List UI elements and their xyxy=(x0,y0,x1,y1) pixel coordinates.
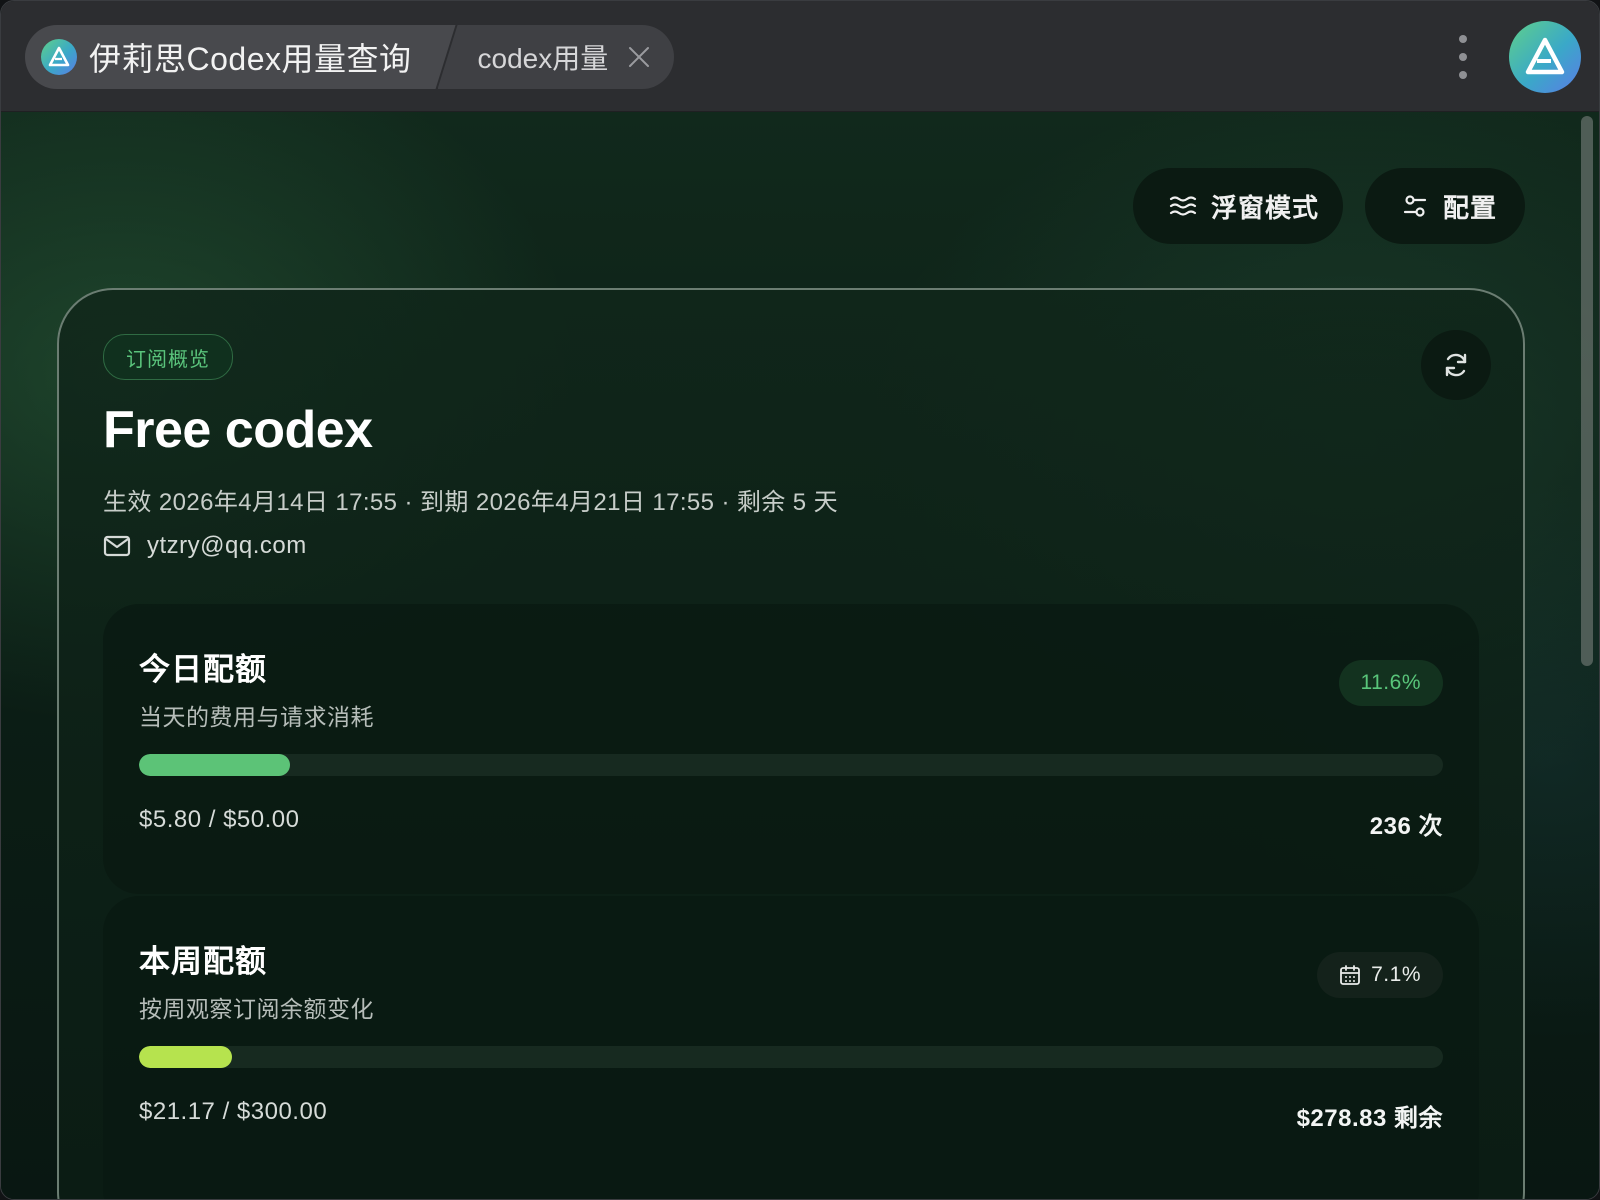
config-label: 配置 xyxy=(1443,192,1498,223)
scrollbar[interactable] xyxy=(1581,112,1597,1199)
tab-codex-usage-label: codex用量 xyxy=(477,43,609,74)
weekly-percent-badge: 7.1% xyxy=(1317,952,1443,998)
float-mode-label: 浮窗模式 xyxy=(1211,192,1320,223)
mail-icon xyxy=(103,532,131,560)
app-window: 伊莉思Codex用量查询 codex用量 浮窗模式 配置 订阅概览 Free c… xyxy=(0,0,1600,1200)
email-text: ytzry@qq.com xyxy=(147,532,307,559)
app-logo-icon xyxy=(1525,37,1565,75)
avatar[interactable] xyxy=(1509,21,1581,93)
plan-title: Free codex xyxy=(103,401,373,459)
config-button[interactable]: 配置 xyxy=(1365,168,1525,244)
daily-progress-fill xyxy=(139,754,291,776)
weekly-progress-track xyxy=(139,1046,1443,1068)
daily-quota-panel: 今日配额 当天的费用与请求消耗 11.6% $5.80 / $50.00 236… xyxy=(103,604,1479,894)
refresh-icon xyxy=(1445,353,1467,377)
more-vertical-icon[interactable] xyxy=(1455,35,1471,79)
scrollbar-thumb[interactable] xyxy=(1581,116,1593,666)
waves-icon xyxy=(1169,192,1197,220)
title-bar: 伊莉思Codex用量查询 codex用量 xyxy=(1,1,1599,112)
weekly-quota-panel: 本周配额 按周观察订阅余额变化 7.1% $21.17 / $300.00 $2… xyxy=(103,896,1479,1199)
daily-amount: $5.80 / $50.00 xyxy=(139,806,300,833)
weekly-quota-title: 本周配额 xyxy=(139,944,267,979)
daily-percent-badge: 11.6% xyxy=(1338,660,1443,706)
daily-quota-subtitle: 当天的费用与请求消耗 xyxy=(139,704,374,730)
email-row: ytzry@qq.com xyxy=(103,532,307,560)
plan-dates: 生效 2026年4月14日 17:55 · 到期 2026年4月21日 17:5… xyxy=(103,489,838,516)
tab-codex-usage[interactable]: codex用量 xyxy=(437,25,675,89)
sliders-icon xyxy=(1401,192,1429,220)
daily-quota-title: 今日配额 xyxy=(139,652,267,687)
calendar-icon xyxy=(1339,964,1361,986)
subscription-card: 订阅概览 Free codex 生效 2026年4月14日 17:55 · 到期… xyxy=(57,288,1525,1199)
tab-group: 伊莉思Codex用量查询 codex用量 xyxy=(25,25,675,89)
weekly-quota-subtitle: 按周观察订阅余额变化 xyxy=(139,996,374,1022)
weekly-remaining: $278.83 剩余 xyxy=(1296,1105,1443,1132)
weekly-percent-label: 7.1% xyxy=(1371,963,1421,986)
close-icon[interactable] xyxy=(626,44,652,70)
weekly-progress-fill xyxy=(139,1046,232,1068)
refresh-button[interactable] xyxy=(1421,330,1491,400)
main-content: 浮窗模式 配置 订阅概览 Free codex 生效 2026年4月14日 17… xyxy=(1,112,1599,1199)
weekly-amount: $21.17 / $300.00 xyxy=(139,1098,328,1125)
tab-app-main-label: 伊莉思Codex用量查询 xyxy=(89,41,412,77)
subscription-overview-chip: 订阅概览 xyxy=(103,334,233,380)
float-mode-button[interactable]: 浮窗模式 xyxy=(1133,168,1343,244)
daily-request-count: 236 次 xyxy=(1369,813,1443,840)
app-logo-icon xyxy=(41,39,77,75)
tab-app-main[interactable]: 伊莉思Codex用量查询 xyxy=(25,25,456,89)
daily-progress-track xyxy=(139,754,1443,776)
